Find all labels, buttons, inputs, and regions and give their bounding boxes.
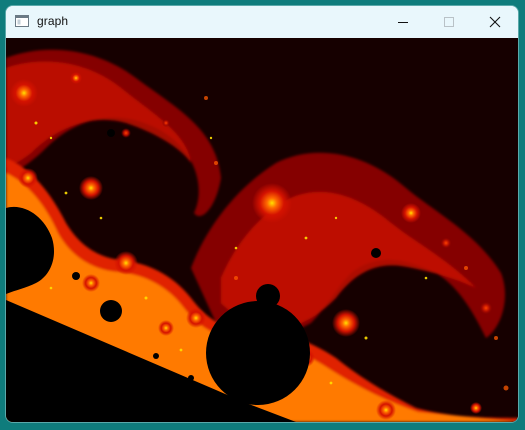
maximize-button[interactable] bbox=[426, 6, 472, 38]
title-bar[interactable]: graph bbox=[6, 6, 518, 38]
app-window: graph bbox=[6, 6, 518, 422]
minimize-icon bbox=[398, 22, 408, 23]
fractal-canvas[interactable] bbox=[6, 38, 518, 422]
window-title: graph bbox=[37, 14, 69, 28]
window-app-icon bbox=[15, 15, 29, 27]
fractal-render bbox=[6, 38, 518, 422]
minimize-button[interactable] bbox=[380, 6, 426, 38]
maximize-icon bbox=[444, 17, 454, 27]
close-icon bbox=[489, 16, 501, 28]
close-button[interactable] bbox=[472, 6, 518, 38]
